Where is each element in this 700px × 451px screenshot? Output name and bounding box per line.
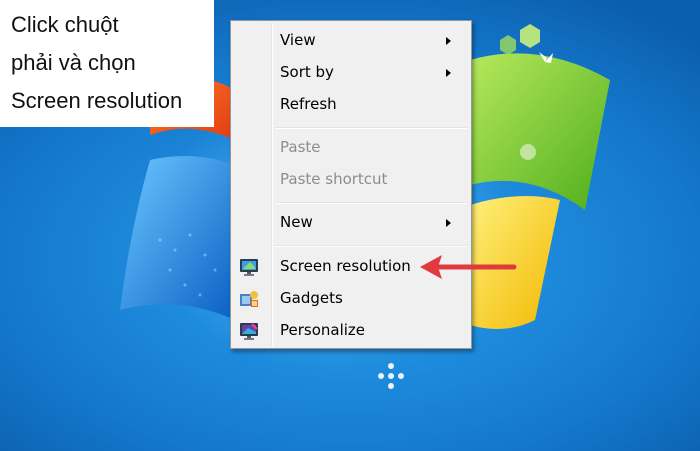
monitor-icon (240, 259, 258, 276)
menu-item-view[interactable]: View (233, 26, 469, 56)
gadgets-icon (240, 291, 258, 307)
menu-item-label: Personalize (280, 321, 366, 339)
menu-item-label: View (280, 31, 316, 49)
personalize-icon (240, 323, 258, 340)
menu-item-label: Refresh (280, 95, 337, 113)
menu-item-personalize[interactable]: Personalize (233, 316, 469, 346)
submenu-arrow-icon (446, 69, 451, 77)
submenu-arrow-icon (446, 219, 451, 227)
menu-item-label: Screen resolution (280, 257, 411, 275)
menu-item-refresh[interactable]: Refresh (233, 90, 469, 120)
menu-separator (275, 127, 467, 129)
menu-item-gadgets[interactable]: Gadgets (233, 284, 469, 314)
menu-item-new[interactable]: New (233, 208, 469, 238)
menu-item-paste-shortcut[interactable]: Paste shortcut (233, 165, 469, 195)
submenu-arrow-icon (446, 37, 451, 45)
menu-item-label: Paste shortcut (280, 170, 388, 188)
menu-item-label: Gadgets (280, 289, 343, 307)
menu-separator (275, 202, 467, 204)
menu-item-label: Paste (280, 138, 321, 156)
red-arrow-pointer-icon (420, 255, 517, 279)
desktop-context-menu: View Sort by Refresh Paste Paste shortcu… (230, 20, 472, 349)
menu-item-label: New (280, 213, 313, 231)
caption-line-3: Screen resolution (11, 88, 183, 113)
caption-line-1: Click chuột (11, 12, 119, 37)
menu-item-paste[interactable]: Paste (233, 133, 469, 163)
menu-item-label: Sort by (280, 63, 334, 81)
instruction-caption: Click chuột phải và chọn Screen resoluti… (0, 0, 214, 127)
caption-line-2: phải và chọn (11, 50, 136, 75)
menu-item-sort-by[interactable]: Sort by (233, 58, 469, 88)
menu-separator (275, 245, 467, 247)
